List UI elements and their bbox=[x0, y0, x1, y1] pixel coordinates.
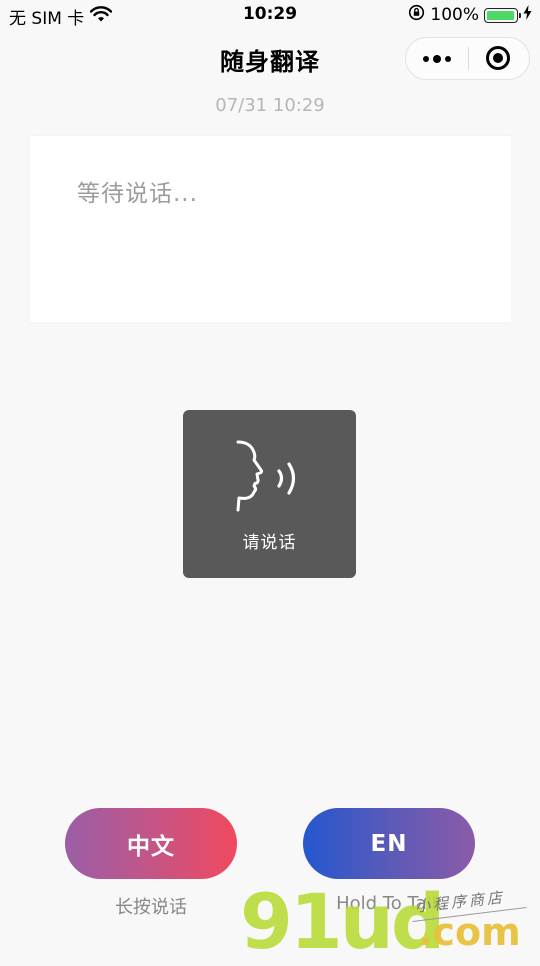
timestamp: 07/31 10:29 bbox=[215, 95, 325, 116]
orientation-lock-icon bbox=[408, 4, 425, 26]
mini-program-capsule bbox=[405, 37, 530, 80]
more-dot-icon bbox=[423, 55, 429, 62]
more-dot-icon bbox=[445, 55, 451, 62]
english-talk-button[interactable]: EN bbox=[303, 808, 475, 879]
watermark-domain: .com bbox=[418, 910, 521, 954]
charging-bolt-icon bbox=[523, 5, 532, 25]
status-right: 100% bbox=[408, 4, 532, 26]
chinese-hint: 长按说话 bbox=[115, 897, 187, 918]
transcript-card: 等待说话... bbox=[30, 136, 511, 322]
close-target-icon[interactable] bbox=[486, 46, 510, 70]
transcript-placeholder: 等待说话... bbox=[77, 181, 198, 207]
battery-tip bbox=[519, 12, 521, 18]
capsule-divider bbox=[468, 47, 469, 70]
battery-fill bbox=[487, 10, 514, 20]
battery-icon bbox=[484, 7, 521, 23]
toast-label: 请说话 bbox=[242, 533, 297, 553]
more-dot-icon bbox=[433, 54, 441, 63]
battery-percent: 100% bbox=[430, 5, 479, 25]
more-menu-button[interactable] bbox=[406, 38, 468, 79]
voice-recording-toast: 请说话 bbox=[183, 410, 356, 578]
chinese-talk-button[interactable]: 中文 bbox=[65, 808, 237, 879]
speaking-head-icon bbox=[236, 440, 296, 512]
status-bar: 无 SIM 卡 10:29 100% bbox=[0, 0, 540, 30]
